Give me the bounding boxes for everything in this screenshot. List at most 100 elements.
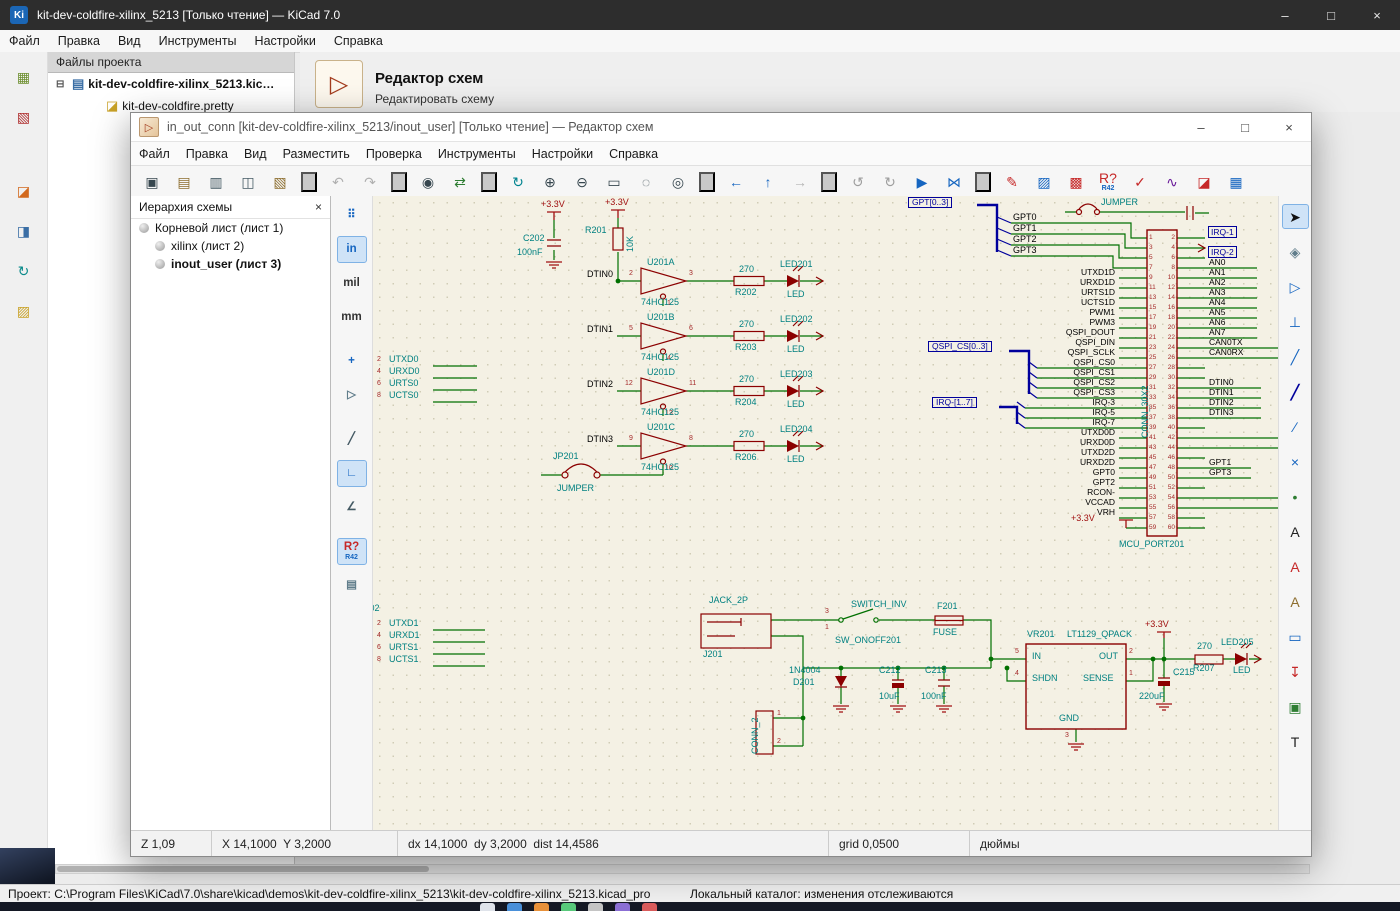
paste-button[interactable]: ▧ <box>265 169 295 195</box>
zoom-fit-button[interactable]: ▭ <box>599 169 629 195</box>
scrollbar-thumb[interactable] <box>57 866 429 872</box>
unarchive-project-button[interactable]: ▧ <box>6 100 42 134</box>
refresh-view-button[interactable]: ↻ <box>503 169 533 195</box>
no-connect-tool[interactable]: × <box>1282 449 1309 474</box>
editor-close-button[interactable]: × <box>1267 113 1311 141</box>
select-tool[interactable]: ➤ <box>1282 204 1309 229</box>
launcher-title[interactable]: Редактор схем <box>375 70 483 87</box>
nav-forward-button[interactable]: → <box>785 169 815 195</box>
fields-table-button[interactable]: ▦ <box>1221 169 1251 195</box>
refresh-tree-button[interactable]: ↻ <box>6 254 42 288</box>
nav-up-button[interactable]: ↑ <box>753 169 783 195</box>
bus-tool[interactable]: ╱ <box>1282 379 1309 404</box>
minimize-button[interactable]: – <box>1262 0 1308 30</box>
global-label-tool[interactable]: A <box>1282 554 1309 579</box>
menu-item[interactable]: Вид <box>109 34 150 48</box>
hierarchical-label-tool[interactable]: A <box>1282 589 1309 614</box>
highlight-net-tool[interactable]: ◈ <box>1282 239 1309 264</box>
zoom-objects-button[interactable]: ◎ <box>663 169 693 195</box>
expander-icon[interactable]: ⊟ <box>56 79 68 90</box>
menu-item[interactable]: Вид <box>236 147 275 161</box>
zoom-selection-button[interactable]: ◌ <box>631 169 661 195</box>
panel-close-icon[interactable]: × <box>315 200 322 214</box>
taskbar-app-icon[interactable] <box>561 903 576 911</box>
place-power-tool[interactable]: ⊥ <box>1282 309 1309 334</box>
menu-item[interactable]: Справка <box>325 34 392 48</box>
editor-titlebar[interactable]: ▷ in_out_conn [kit-dev-coldfire-xilinx_5… <box>131 113 1311 142</box>
units-mm-button[interactable]: mm <box>337 304 367 331</box>
wire-tool[interactable]: ╱ <box>1282 344 1309 369</box>
save-button[interactable]: ▣ <box>137 169 167 195</box>
erc-button[interactable]: ✓ <box>1125 169 1155 195</box>
editor-minimize-button[interactable]: – <box>1179 113 1223 141</box>
bitmap-image-tool[interactable]: ▣ <box>1282 694 1309 719</box>
plot-schematic-button[interactable]: ◪ <box>1189 169 1219 195</box>
schematic-canvas[interactable]: +3.3V+3.3VC202100nFR20110KDTIN0U201A2317… <box>373 196 1278 830</box>
menu-item[interactable]: Правка <box>49 34 109 48</box>
print-button[interactable]: ▥ <box>201 169 231 195</box>
menu-item[interactable]: Справка <box>601 147 666 161</box>
find-button[interactable]: ◉ <box>413 169 443 195</box>
units-mils-button[interactable]: mil <box>337 270 367 297</box>
taskbar-app-icon[interactable] <box>534 903 549 911</box>
plot-button[interactable]: ◫ <box>233 169 263 195</box>
menu-item[interactable]: Инструменты <box>150 34 246 48</box>
maximize-button[interactable]: □ <box>1308 0 1354 30</box>
menu-item[interactable]: Настройки <box>246 34 325 48</box>
find-replace-button[interactable]: ⇄ <box>445 169 475 195</box>
taskbar-app-icon[interactable] <box>480 903 495 911</box>
schematic-editor-launcher[interactable]: ▷ <box>315 60 363 108</box>
grid-toggle-button[interactable]: ⠿ <box>337 202 367 229</box>
bitmap-converter-button[interactable]: ◪ <box>6 174 42 208</box>
sheet-tool[interactable]: ▭ <box>1282 624 1309 649</box>
undo-button[interactable]: ↶ <box>323 169 353 195</box>
text-tool[interactable]: T <box>1282 729 1309 754</box>
calculator-tools-button[interactable]: ◨ <box>6 214 42 248</box>
editor-maximize-button[interactable]: □ <box>1223 113 1267 141</box>
horizontal-scrollbar[interactable] <box>55 864 1310 874</box>
menu-item[interactable]: Настройки <box>524 147 601 161</box>
close-button[interactable]: × <box>1354 0 1400 30</box>
menu-item[interactable]: Инструменты <box>430 147 524 161</box>
nav-back-button[interactable]: ← <box>721 169 751 195</box>
hidden-pins-button[interactable]: ▷ <box>337 382 367 409</box>
mirror-button[interactable]: ⋈ <box>939 169 969 195</box>
free-angle-wires-button[interactable]: ╱ <box>337 426 367 453</box>
annotate-button[interactable]: R?R42 <box>1093 169 1123 195</box>
junction-tool[interactable]: • <box>1282 484 1309 509</box>
taskbar-app-icon[interactable] <box>615 903 630 911</box>
project-tree-item[interactable]: ⊟ ▤ kit-dev-coldfire-xilinx_5213.kicad_p… <box>48 73 294 95</box>
page-settings-button[interactable]: ▤ <box>169 169 199 195</box>
bus-entry-tool[interactable]: ∕ <box>1282 414 1309 439</box>
hierarchy-sheet-item[interactable]: inout_user (лист 3) <box>131 255 330 273</box>
hierarchy-sheet-item[interactable]: Корневой лист (лист 1) <box>131 219 330 237</box>
zoom-out-button[interactable]: ⊖ <box>567 169 597 195</box>
redo-button[interactable]: ↷ <box>355 169 385 195</box>
menu-item[interactable]: Файл <box>131 147 178 161</box>
navigator-button[interactable]: ▶ <box>907 169 937 195</box>
sheet-borders-toggle[interactable]: ▤ <box>337 572 367 599</box>
menu-item[interactable]: Проверка <box>358 147 430 161</box>
hv-wires-button[interactable]: ∟ <box>337 460 367 487</box>
rotate-cw-button[interactable]: ↻ <box>875 169 905 195</box>
place-symbol-tool[interactable]: ▷ <box>1282 274 1309 299</box>
main-titlebar[interactable]: Ki kit-dev-coldfire-xilinx_5213 [Только … <box>0 0 1400 30</box>
rotate-ccw-button[interactable]: ↺ <box>843 169 873 195</box>
net-label-tool[interactable]: A <box>1282 519 1309 544</box>
archive-project-button[interactable]: ▦ <box>6 60 42 94</box>
simulator-button[interactable]: ∿ <box>1157 169 1187 195</box>
zoom-in-button[interactable]: ⊕ <box>535 169 565 195</box>
open-project-folder-button[interactable]: ▨ <box>6 294 42 328</box>
footprint-assign-button[interactable]: ▩ <box>1061 169 1091 195</box>
edit-symbol-button[interactable]: ✎ <box>997 169 1027 195</box>
units-inches-button[interactable]: in <box>337 236 367 263</box>
hierarchy-sheet-item[interactable]: xilinx (лист 2) <box>131 237 330 255</box>
taskbar-app-icon[interactable] <box>507 903 522 911</box>
sheet-pin-tool[interactable]: ↧ <box>1282 659 1309 684</box>
cursor-shape-button[interactable]: + <box>337 348 367 375</box>
menu-item[interactable]: Файл <box>0 34 49 48</box>
angle45-wires-button[interactable]: ∠ <box>337 494 367 521</box>
library-browser-button[interactable]: ▨ <box>1029 169 1059 195</box>
menu-item[interactable]: Правка <box>178 147 236 161</box>
taskbar-app-icon[interactable] <box>642 903 657 911</box>
